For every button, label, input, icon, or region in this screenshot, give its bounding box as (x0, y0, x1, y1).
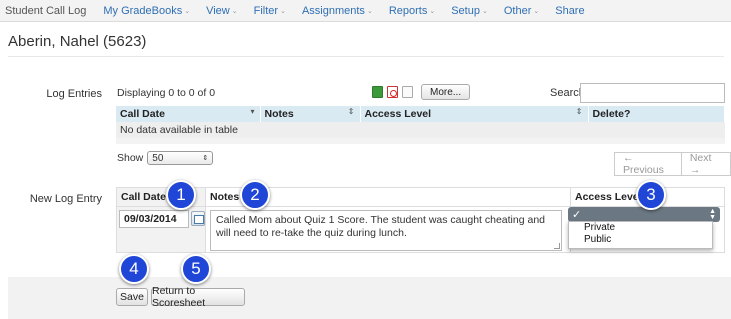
resize-handle-icon[interactable] (554, 243, 560, 249)
new-log-entry-label: New Log Entry (29, 193, 102, 205)
divider (8, 56, 724, 57)
show-label: Show (117, 152, 144, 164)
excel-export-icon[interactable] (372, 86, 383, 98)
notes-header: Notes (210, 191, 240, 203)
log-entries-table: Call Date ▾ Notes ⇕ Access Level ⇕ Delete? … (116, 106, 725, 144)
column-notes[interactable]: Notes ⇕ (260, 106, 361, 122)
log-entries-label: Log Entries (46, 88, 102, 100)
empty-table-message: No data available in table (116, 122, 725, 138)
more-button[interactable]: More... (421, 84, 471, 100)
pagination: ← Previous Next → (614, 152, 731, 176)
column-access-level[interactable]: Access Level ⇕ (360, 106, 589, 122)
next-page-button[interactable]: Next → (681, 152, 731, 176)
chevron-down-icon: ⌄ (533, 7, 540, 15)
return-to-scoresheet-button[interactable]: Return to Scoresheet (151, 285, 245, 309)
chevron-down-icon: ⌄ (280, 7, 286, 15)
pdf-export-icon[interactable] (387, 86, 398, 98)
column-delete: Delete? (588, 106, 725, 122)
callout-badge-5: 5 (181, 254, 211, 284)
displaying-count: Displaying 0 to 0 of 0 (117, 87, 216, 99)
access-level-select[interactable]: ✓ ▲ ▼ (568, 207, 720, 222)
sort-icon: ⇕ (347, 107, 355, 116)
option-private[interactable]: Private (569, 222, 712, 234)
page-title: Aberin, Nahel (5623) (8, 33, 147, 50)
nav-assignments[interactable]: Assignments ⌄ (302, 5, 373, 17)
page-size-select[interactable]: 50 ⇕ (147, 151, 214, 165)
search-input[interactable] (580, 83, 725, 103)
call-date-input[interactable]: 09/03/2014 (119, 210, 189, 228)
notes-textarea[interactable]: Called Mom about Quiz 1 Score. The stude… (210, 210, 562, 251)
column-call-date[interactable]: Call Date ▾ (116, 106, 261, 122)
top-nav: Student Call Log My GradeBooks ⌄ View ⌄ Fi… (0, 0, 731, 22)
app-title: Student Call Log (5, 4, 87, 17)
chevron-down-icon: ⌄ (231, 7, 238, 15)
callout-badge-3: 3 (636, 180, 666, 210)
save-button[interactable]: Save (116, 288, 148, 306)
nav-setup[interactable]: Setup ⌄ (451, 5, 488, 17)
chevron-down-icon: ⌄ (184, 7, 191, 15)
export-toolbar: More... (372, 84, 471, 100)
sort-icon: ⇕ (575, 107, 583, 116)
document-export-icon[interactable] (402, 86, 413, 98)
callout-badge-2: 2 (240, 180, 270, 210)
callout-badge-1: 1 (166, 180, 196, 210)
chevron-down-icon: ⌄ (366, 7, 373, 15)
option-public[interactable]: Public (569, 234, 712, 246)
previous-page-button[interactable]: ← Previous (614, 152, 682, 176)
page-size-control: Show 50 ⇕ (117, 151, 214, 165)
nav-my-gradebooks[interactable]: My GradeBooks ⌄ (103, 5, 190, 17)
access-level-dropdown: Private Public (568, 221, 713, 249)
chevron-down-icon: ⌄ (481, 7, 488, 15)
nav-view[interactable]: View ⌄ (206, 5, 238, 17)
nav-share[interactable]: Share (555, 5, 584, 17)
chevron-down-icon: ⌄ (429, 7, 436, 15)
call-date-header: Call Date (121, 191, 166, 203)
calendar-icon[interactable] (191, 211, 205, 226)
nav-other[interactable]: Other ⌄ (504, 5, 539, 17)
callout-badge-4: 4 (119, 254, 149, 284)
nav-filter[interactable]: Filter ⌄ (254, 5, 286, 17)
nav-reports[interactable]: Reports ⌄ (389, 5, 435, 17)
access-level-header: Access Level (575, 191, 642, 203)
select-arrows-icon: ⇕ (202, 155, 209, 162)
table-footer (116, 138, 725, 144)
sort-desc-icon: ▾ (250, 107, 255, 116)
select-arrows-icon: ▲ ▼ (709, 207, 716, 221)
